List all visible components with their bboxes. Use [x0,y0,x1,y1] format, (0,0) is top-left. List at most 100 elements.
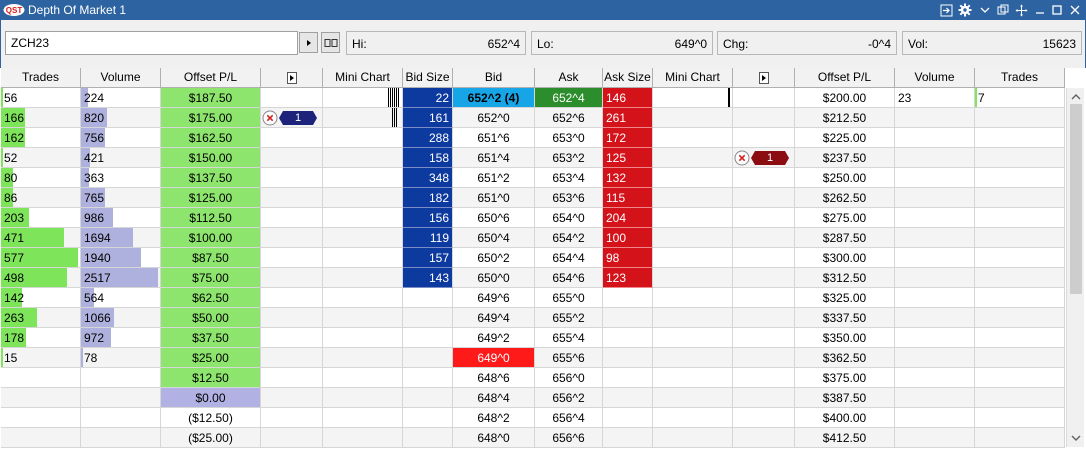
header-right-offset-pl[interactable]: Offset P/L [795,68,895,88]
trades-cell[interactable] [1,428,81,448]
volume-cell[interactable] [895,368,975,388]
volume-cell[interactable]: 986 [81,208,161,228]
cancel-order-icon[interactable] [262,110,278,126]
order-entry-cell-sell[interactable] [733,228,795,248]
trades-cell[interactable]: 56 [1,88,81,108]
trades-cell[interactable] [975,208,1065,228]
trades-cell[interactable] [975,388,1065,408]
order-entry-cell-sell[interactable] [733,88,795,108]
trades-cell[interactable]: 86 [1,188,81,208]
trades-cell[interactable] [975,268,1065,288]
header-right-order-entry[interactable] [733,68,795,88]
volume-cell[interactable] [81,388,161,408]
scrollbar-thumb[interactable] [1070,104,1082,294]
ask-size-cell[interactable]: 98 [603,248,653,268]
bid-price-cell[interactable]: 652^0 [453,108,535,128]
bid-price-cell[interactable]: 648^4 [453,388,535,408]
order-entry-cell-sell[interactable] [733,188,795,208]
ask-size-cell[interactable]: 125 [603,148,653,168]
ask-price-cell[interactable]: 655^0 [535,288,603,308]
ask-size-cell[interactable] [603,408,653,428]
trades-cell[interactable]: 162 [1,128,81,148]
ask-size-cell[interactable] [603,348,653,368]
bid-price-cell[interactable]: 650^0 [453,268,535,288]
order-entry-cell-buy[interactable] [261,348,323,368]
ask-size-cell[interactable]: 132 [603,168,653,188]
volume-cell[interactable] [895,208,975,228]
trades-cell[interactable] [975,128,1065,148]
volume-cell[interactable]: 421 [81,148,161,168]
link-icon[interactable] [938,2,954,18]
volume-cell[interactable]: 1940 [81,248,161,268]
trades-cell[interactable] [975,288,1065,308]
ask-size-cell[interactable] [603,288,653,308]
volume-cell[interactable]: 363 [81,168,161,188]
bid-price-cell[interactable]: 651^6 [453,128,535,148]
ask-price-cell[interactable]: 654^4 [535,248,603,268]
ask-size-cell[interactable] [603,368,653,388]
header-left-trades[interactable]: Trades [1,68,81,88]
bid-price-cell[interactable]: 650^2 [453,248,535,268]
trades-cell[interactable] [1,408,81,428]
bid-price-cell[interactable]: 649^0 [453,348,535,368]
bid-price-cell[interactable]: 649^6 [453,288,535,308]
trades-cell[interactable]: 166 [1,108,81,128]
header-center-ask[interactable]: Ask [535,68,603,88]
order-entry-cell-sell[interactable] [733,388,795,408]
header-left-volume[interactable]: Volume [81,68,161,88]
vertical-scrollbar[interactable] [1066,88,1084,447]
order-entry-cell-sell[interactable] [733,428,795,448]
volume-cell[interactable]: 820 [81,108,161,128]
order-entry-cell-sell[interactable] [733,408,795,428]
ask-size-cell[interactable]: 172 [603,128,653,148]
bid-price-cell[interactable]: 648^0 [453,428,535,448]
ask-price-cell[interactable]: 654^0 [535,208,603,228]
volume-cell[interactable]: 564 [81,288,161,308]
volume-cell[interactable] [895,168,975,188]
volume-cell[interactable]: 1694 [81,228,161,248]
header-center-ask-size[interactable]: Ask Size [603,68,653,88]
volume-cell[interactable] [895,188,975,208]
ask-size-cell[interactable]: 146 [603,88,653,108]
bid-size-cell[interactable] [403,328,453,348]
ask-price-cell[interactable]: 652^6 [535,108,603,128]
trades-cell[interactable]: 142 [1,288,81,308]
bid-price-cell[interactable]: 648^2 [453,408,535,428]
bid-size-cell[interactable]: 348 [403,168,453,188]
volume-cell[interactable] [81,408,161,428]
order-entry-cell-sell[interactable] [733,268,795,288]
order-entry-cell-sell[interactable] [733,168,795,188]
order-entry-cell-buy[interactable] [261,168,323,188]
ask-size-cell[interactable] [603,308,653,328]
volume-cell[interactable]: 756 [81,128,161,148]
volume-cell[interactable] [895,148,975,168]
volume-cell[interactable] [895,248,975,268]
trades-cell[interactable] [975,248,1065,268]
volume-cell[interactable]: 1066 [81,308,161,328]
order-entry-cell-buy[interactable] [261,428,323,448]
ask-price-cell[interactable]: 653^6 [535,188,603,208]
ask-size-cell[interactable]: 261 [603,108,653,128]
order-entry-cell-sell[interactable] [733,128,795,148]
ask-price-cell[interactable]: 656^2 [535,388,603,408]
bid-size-cell[interactable] [403,288,453,308]
minimize-icon[interactable] [1032,2,1048,18]
trades-cell[interactable]: 471 [1,228,81,248]
bid-price-cell[interactable]: 648^6 [453,368,535,388]
trades-cell[interactable]: 80 [1,168,81,188]
trades-cell[interactable] [975,108,1065,128]
volume-cell[interactable] [895,388,975,408]
trades-cell[interactable]: 52 [1,148,81,168]
ask-price-cell[interactable]: 655^2 [535,308,603,328]
gear-icon[interactable] [957,2,973,18]
trades-cell[interactable] [975,228,1065,248]
ask-size-cell[interactable] [603,328,653,348]
order-entry-cell-buy[interactable] [261,268,323,288]
buy-order-marker[interactable]: 1 [262,110,320,126]
bid-price-cell[interactable]: 652^2 (4) [453,88,535,108]
bid-size-cell[interactable]: 22 [403,88,453,108]
order-entry-cell-sell[interactable] [733,328,795,348]
header-left-order-entry[interactable] [261,68,323,88]
header-right-trades[interactable]: Trades [975,68,1065,88]
bid-size-cell[interactable]: 288 [403,128,453,148]
